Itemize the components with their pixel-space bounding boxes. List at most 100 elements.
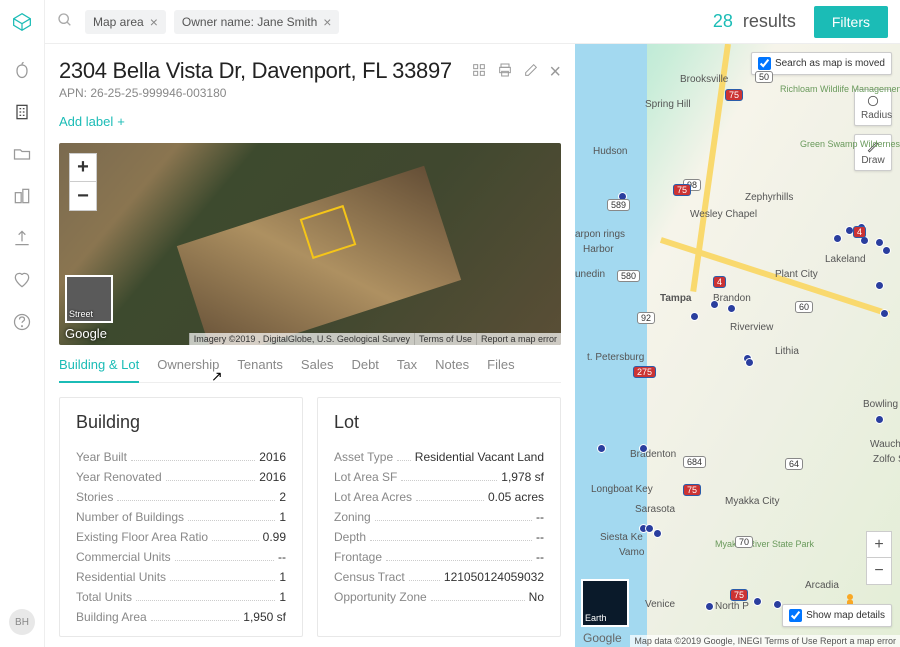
route-shield: 64: [785, 458, 803, 470]
result-marker[interactable]: [639, 444, 648, 453]
aerial-map[interactable]: + − Street Google Imagery ©2019 , Digita…: [59, 143, 561, 345]
heart-icon[interactable]: [12, 270, 32, 290]
filters-button[interactable]: Filters: [814, 6, 888, 38]
result-marker[interactable]: [773, 600, 782, 609]
result-marker[interactable]: [705, 602, 714, 611]
result-marker[interactable]: [745, 358, 754, 367]
apple-icon[interactable]: [12, 60, 32, 80]
buildings-icon[interactable]: [12, 186, 32, 206]
map-place-label: Hudson: [593, 146, 627, 157]
result-marker[interactable]: [880, 309, 889, 318]
help-icon[interactable]: [12, 312, 32, 332]
tab-files[interactable]: Files: [487, 357, 514, 382]
map-place-label: Lithia: [775, 346, 799, 357]
data-row: Existing Floor Area Ratio0.99: [76, 527, 286, 547]
print-icon[interactable]: [497, 62, 513, 81]
result-marker[interactable]: [833, 234, 842, 243]
results-count: 28: [713, 11, 733, 32]
tab-sales[interactable]: Sales: [301, 357, 334, 382]
map-place-label: Tampa: [660, 293, 692, 304]
map-zoom-out[interactable]: −: [867, 558, 891, 584]
data-row: Year Renovated2016: [76, 467, 286, 487]
map-place-label: Wauchula: [870, 439, 900, 450]
result-marker[interactable]: [875, 415, 884, 424]
result-marker[interactable]: [875, 281, 884, 290]
data-row: Residential Units1: [76, 567, 286, 587]
building-icon[interactable]: [12, 102, 32, 122]
result-marker[interactable]: [653, 529, 662, 538]
tab-tenants[interactable]: Tenants: [237, 357, 283, 382]
lot-panel: Lot Asset TypeResidential Vacant LandLot…: [317, 397, 561, 637]
zoom-in-button[interactable]: +: [70, 154, 96, 182]
zoom-out-button[interactable]: −: [70, 182, 96, 210]
grid-icon[interactable]: [471, 62, 487, 81]
street-view-thumbnail[interactable]: Street: [65, 275, 113, 323]
tab-building-lot[interactable]: Building & Lot: [59, 357, 139, 382]
app-logo-icon[interactable]: [12, 12, 32, 32]
map-place-label: Venice: [645, 599, 675, 610]
route-shield: 60: [795, 301, 813, 313]
search-as-moved-input[interactable]: [758, 57, 771, 70]
search-icon[interactable]: [57, 12, 73, 31]
map-zoom-in[interactable]: +: [867, 532, 891, 558]
map-place-label: Zolfo Spr: [873, 454, 900, 465]
tab-notes[interactable]: Notes: [435, 357, 469, 382]
chip-label: Owner name: Jane Smith: [182, 15, 317, 29]
detail-tabs: Building & Lot Ownership↖ Tenants Sales Debt…: [59, 345, 561, 383]
side-navigation: BH: [0, 0, 45, 647]
aerial-zoom-control: + −: [69, 153, 97, 211]
route-shield: 589: [607, 199, 630, 211]
tab-ownership[interactable]: Ownership↖: [157, 357, 219, 382]
map-attribution: Map data ©2019 Google, INEGI Terms of Us…: [630, 635, 900, 647]
route-shield: 684: [683, 456, 706, 468]
add-label-button[interactable]: Add label +: [59, 114, 561, 129]
user-avatar[interactable]: BH: [9, 609, 35, 635]
google-logo: Google: [65, 326, 107, 341]
earth-view-thumbnail[interactable]: Earth: [581, 579, 629, 627]
data-row: Depth--: [334, 527, 544, 547]
close-icon[interactable]: ×: [549, 64, 561, 80]
plus-icon: +: [117, 114, 125, 129]
edit-icon[interactable]: [523, 62, 539, 81]
folder-icon[interactable]: [12, 144, 32, 164]
tab-debt[interactable]: Debt: [351, 357, 378, 382]
filter-chip-owner-name[interactable]: Owner name: Jane Smith ×: [174, 10, 340, 34]
route-shield: 4: [853, 226, 866, 238]
map-place-label: arpon rings: [575, 229, 625, 240]
data-row: Census Tract121050124059032: [334, 567, 544, 587]
result-marker[interactable]: [597, 444, 606, 453]
show-map-details-input[interactable]: [789, 609, 802, 622]
result-marker[interactable]: [690, 312, 699, 321]
tab-tax[interactable]: Tax: [397, 357, 417, 382]
data-row: Building Area1,950 sf: [76, 607, 286, 627]
map-place-label: Brooksville: [680, 74, 728, 85]
results-map[interactable]: Search as map is moved Radius Draw Brook…: [575, 44, 900, 647]
upload-icon[interactable]: [12, 228, 32, 248]
result-marker[interactable]: [710, 300, 719, 309]
map-place-label: Arcadia: [805, 580, 839, 591]
chip-remove-icon[interactable]: ×: [150, 14, 158, 30]
data-row: Year Built2016: [76, 447, 286, 467]
result-marker[interactable]: [882, 246, 891, 255]
property-detail-panel: 2304 Bella Vista Dr, Davenport, FL 33897…: [45, 44, 575, 647]
map-place-label: Vamo: [619, 547, 644, 558]
route-shield: 75: [673, 184, 691, 196]
route-shield: 70: [735, 536, 753, 548]
building-panel: Building Year Built2016Year Renovated201…: [59, 397, 303, 637]
map-place-label: Siesta Ke: [600, 532, 643, 543]
show-map-details-checkbox[interactable]: Show map details: [782, 604, 892, 627]
building-panel-title: Building: [76, 412, 286, 433]
data-row: Asset TypeResidential Vacant Land: [334, 447, 544, 467]
result-marker[interactable]: [727, 304, 736, 313]
result-marker[interactable]: [875, 238, 884, 247]
data-row: Opportunity ZoneNo: [334, 587, 544, 607]
result-marker[interactable]: [753, 597, 762, 606]
chip-remove-icon[interactable]: ×: [323, 14, 331, 30]
data-row: Number of Buildings1: [76, 507, 286, 527]
map-place-label: Bowling Gr: [863, 399, 900, 410]
map-place-label: Wesley Chapel: [690, 209, 757, 220]
map-place-label: unedin: [575, 269, 605, 280]
filter-chip-map-area[interactable]: Map area ×: [85, 10, 166, 34]
data-row: Zoning--: [334, 507, 544, 527]
map-place-label: Bradenton: [630, 449, 676, 460]
